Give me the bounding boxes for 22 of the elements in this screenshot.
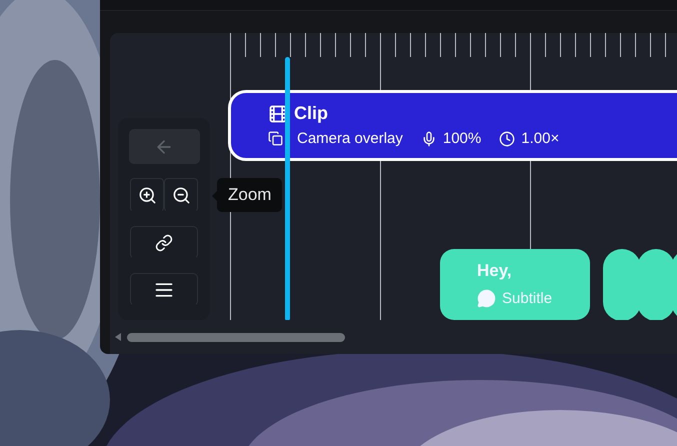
menu-button[interactable] <box>130 273 198 306</box>
clip-speed: 1.00× <box>521 130 560 147</box>
clip-title: Clip <box>294 103 328 124</box>
scroll-left-icon[interactable] <box>115 333 121 341</box>
microphone-icon <box>420 130 437 146</box>
link-icon <box>155 234 173 252</box>
copy-icon <box>268 131 283 146</box>
subtitle-label: Subtitle <box>502 290 552 307</box>
subtitle-text: Hey, <box>477 261 513 281</box>
film-icon <box>268 104 288 124</box>
zoom-in-button[interactable] <box>130 178 164 212</box>
scrollbar-thumb[interactable] <box>127 332 345 342</box>
clip-block[interactable]: Clip Camera overlay 100% 1.00× <box>228 90 677 161</box>
zoom-out-icon <box>172 186 190 204</box>
link-button[interactable] <box>130 226 198 259</box>
speech-bubble-icon <box>477 289 496 308</box>
zoom-tooltip: Zoom <box>217 178 282 212</box>
clip-volume: 100% <box>442 130 482 147</box>
clip-source: Camera overlay <box>297 130 403 147</box>
zoom-in-icon <box>138 186 156 204</box>
clock-icon <box>499 130 516 146</box>
zoom-out-button[interactable] <box>164 178 198 212</box>
